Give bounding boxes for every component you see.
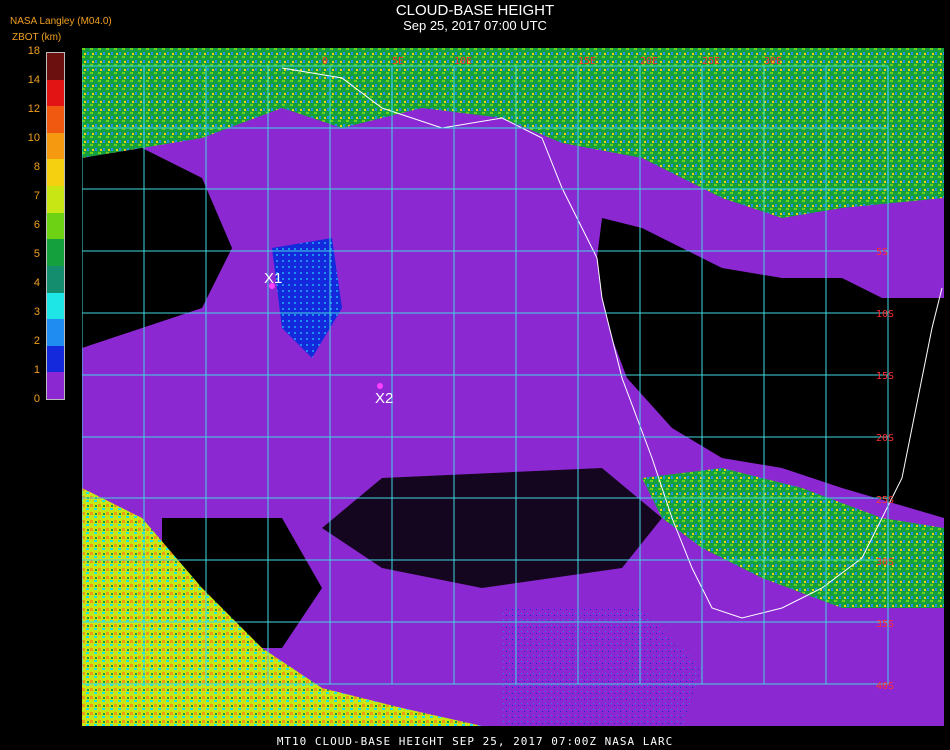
colorbar-tick-label: 5	[33, 248, 40, 260]
marker-x1-label: X1	[264, 270, 282, 287]
units-label: ZBOT (km)	[12, 32, 62, 43]
marker-x2-dot	[377, 383, 383, 389]
grid-longitude-label: 5E	[392, 56, 404, 67]
colorbar-tick-label: 8	[33, 161, 40, 173]
colorbar-tick-label: 4	[33, 277, 40, 289]
grid-latitude-label: 20S	[876, 433, 894, 444]
colorbar-segment	[47, 159, 64, 187]
grid-latitude-label: 30S	[876, 557, 894, 568]
colorbar-tick-label: 0	[33, 393, 40, 405]
colorbar-tick-label: 14	[27, 74, 40, 86]
grid-latitude-label: 35S	[876, 619, 894, 630]
grid-longitude-label: 0	[322, 56, 328, 67]
colorbar-segment	[47, 53, 64, 81]
colorbar-segment	[47, 372, 64, 400]
grid-longitude-label: 20E	[640, 56, 658, 67]
grid-latitude-label: 15S	[876, 371, 894, 382]
colorbar-segment	[47, 345, 64, 373]
colorbar-tick-label: 1	[33, 364, 40, 376]
colorbar-segment	[47, 106, 64, 134]
colorbar-segment	[47, 132, 64, 160]
colorbar-segment	[47, 292, 64, 320]
colorbar	[46, 52, 65, 400]
marker-x1: X1	[264, 270, 282, 289]
grid-latitude-label: 40S	[876, 681, 894, 692]
colorbar-segment	[47, 319, 64, 347]
colorbar-tick-label: 2	[33, 335, 40, 347]
colorbar-segment	[47, 265, 64, 294]
colorbar-tick-label: 12	[27, 103, 40, 115]
footer-caption: MT10 CLOUD-BASE HEIGHT SEP 25, 2017 07:0…	[276, 735, 674, 748]
grid-latitude-label: 10S	[876, 309, 894, 320]
grid-longitude-label: 30E	[764, 56, 782, 67]
grid-latitude-label: 25S	[876, 495, 894, 506]
colorbar-segment	[47, 79, 64, 107]
grid-longitude-label: 15E	[578, 56, 596, 67]
grid-longitude-label: 10E	[454, 56, 472, 67]
colorbar-tick-label: 10	[27, 132, 40, 144]
colorbar-tick-label: 6	[33, 219, 40, 231]
marker-x2-label: X2	[375, 390, 393, 407]
colorbar-segment	[47, 186, 64, 214]
map-title: CLOUD-BASE HEIGHT	[395, 2, 555, 19]
map-subtitle: Sep 25, 2017 07:00 UTC	[403, 18, 547, 33]
colorbar-tick-label: 18	[27, 45, 40, 57]
grid-latitude-label: 5S	[876, 247, 888, 258]
colorbar-segment	[47, 212, 64, 240]
colorbar-segment	[47, 239, 64, 267]
colorbar-tick-label: 3	[33, 306, 40, 318]
map-panel: 0 5E 10E 15E 20E 25E 30E 5S 10S 15S 20S 25S 30S 35S 40…	[82, 48, 944, 726]
colorbar-tick-label: 7	[33, 190, 40, 202]
grid-longitude-label: 25E	[702, 56, 720, 67]
map-canvas: 0 5E 10E 15E 20E 25E 30E 5S 10S 15S 20S 25S 30S 35S 40…	[82, 48, 944, 726]
